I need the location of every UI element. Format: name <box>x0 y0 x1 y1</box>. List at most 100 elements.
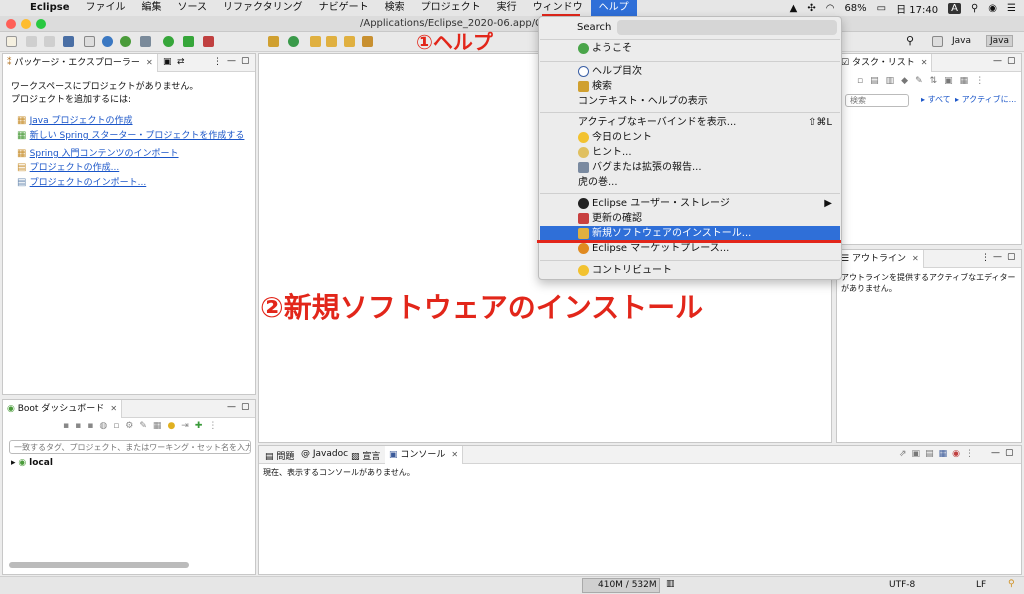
import-project-link[interactable]: プロジェクトのインポート... <box>30 178 147 188</box>
menu-item-tips[interactable]: ヒント... <box>540 145 840 160</box>
task-filter-all[interactable]: ▸ すべて <box>921 94 951 105</box>
external-tools-icon[interactable] <box>203 36 214 47</box>
zoom-window-button[interactable] <box>36 19 46 29</box>
encoding-text[interactable]: UTF-8 <box>889 580 915 590</box>
maximize-icon[interactable]: ▢ <box>241 402 250 412</box>
new-java-package-icon[interactable] <box>268 36 279 47</box>
tab-package-explorer[interactable]: ⁑ パッケージ・エクスプローラー ✕ <box>3 54 158 72</box>
line-ending-text[interactable]: LF <box>976 580 986 590</box>
perspective-java[interactable]: Java <box>986 35 1014 47</box>
close-icon[interactable]: ✕ <box>110 404 117 413</box>
clock-text[interactable]: 日 17:40 <box>896 1 938 16</box>
scheduled-icon[interactable]: ▥ <box>886 76 902 86</box>
hide-completed-icon[interactable]: ✎ <box>915 76 930 86</box>
menu-item-install-new-software[interactable]: 新規ソフトウェアのインストール... <box>540 226 840 241</box>
task-filter-active[interactable]: ▸ アクティブに... <box>955 94 1016 105</box>
menu-item-welcome[interactable]: ようこそ <box>540 41 840 56</box>
spring-guides-link[interactable]: Spring 入門コンテンツのインポート <box>30 149 179 159</box>
control-center-icon[interactable]: ☰ <box>1007 3 1016 14</box>
tab-boot-dashboard[interactable]: ◉ Boot ダッシュボード ✕ <box>3 400 123 418</box>
siri-icon[interactable]: ◉ <box>988 3 997 14</box>
minimize-window-button[interactable] <box>21 19 31 29</box>
pin-console-icon[interactable]: ⇗ <box>899 449 912 459</box>
maximize-icon[interactable]: ▢ <box>1007 252 1016 262</box>
menu-item-report-bug[interactable]: バグまたは拡張の報告... <box>540 160 840 175</box>
close-icon[interactable]: ✕ <box>146 58 153 67</box>
menu-source[interactable]: ソース <box>170 0 216 16</box>
menu-item-key-assist[interactable]: アクティブなキーバインドを表示... ⇧⌘L <box>540 115 840 130</box>
wifi-icon[interactable]: ◠ <box>826 3 835 14</box>
menu-edit[interactable]: 編集 <box>134 0 170 16</box>
scroll-lock-icon[interactable]: ◉ <box>952 449 965 459</box>
tab-console[interactable]: ▣ コンソール ✕ <box>385 446 464 464</box>
menu-item-marketplace[interactable]: Eclipse マーケットプレース... <box>540 241 840 256</box>
maximize-icon[interactable]: ▢ <box>241 56 250 66</box>
search-toolbar-icon[interactable]: ⚲ <box>906 34 917 47</box>
menu-search[interactable]: 検索 <box>377 0 413 16</box>
menu-item-tip-of-day[interactable]: 今日のヒント <box>540 130 840 145</box>
menu-item-contribute[interactable]: コントリビュート <box>540 263 840 278</box>
menu-search-input[interactable] <box>617 20 837 35</box>
close-window-button[interactable] <box>6 19 16 29</box>
notification-icon[interactable]: ⚲ <box>1008 579 1015 589</box>
new-icon[interactable] <box>6 36 17 47</box>
skip-breakpoints-icon[interactable] <box>84 36 95 47</box>
tab-problems[interactable]: ▤ 問題 <box>265 449 294 462</box>
save-all-icon[interactable] <box>44 36 55 47</box>
run-coverage-icon[interactable] <box>183 36 194 47</box>
minimize-icon[interactable]: — <box>993 252 1002 262</box>
table-icon[interactable]: ▦ <box>153 421 168 431</box>
open-console-icon[interactable]: ▤ <box>925 449 939 459</box>
tab-outline[interactable]: ☰ アウトライン ✕ <box>837 250 924 268</box>
view-menu-icon[interactable]: ⋮ <box>208 421 223 431</box>
menu-item-context-help[interactable]: コンテキスト・ヘルプの表示 <box>540 94 840 109</box>
new-task-icon[interactable]: ▫ <box>857 76 870 86</box>
perspective-java-ee[interactable]: Java <box>952 36 971 46</box>
view-menu-icon[interactable]: ⋮ <box>981 253 990 263</box>
categorized-icon[interactable]: ▤ <box>870 76 886 86</box>
clear-console-icon[interactable]: ▦ <box>939 449 953 459</box>
tab-declaration[interactable]: ▧ 宣言 <box>351 449 380 462</box>
edit-icon[interactable]: ✎ <box>139 421 153 431</box>
menu-file[interactable]: ファイル <box>78 0 134 16</box>
new-java-class-icon[interactable] <box>288 36 299 47</box>
minimize-icon[interactable]: — <box>991 448 1000 458</box>
maximize-icon[interactable]: ▢ <box>1007 56 1016 66</box>
config-icon[interactable]: ⚙ <box>125 421 139 431</box>
create-java-project-link[interactable]: Java プロジェクトの作成 <box>30 116 133 126</box>
close-icon[interactable]: ✕ <box>912 254 919 263</box>
battery-icon[interactable]: ▭ <box>877 3 886 14</box>
create-java-project-link-row[interactable]: ▦ Java プロジェクトの作成 <box>17 113 133 126</box>
menu-navigate[interactable]: ナビゲート <box>311 0 377 16</box>
open-task-icon[interactable] <box>344 36 355 47</box>
pencil-icon[interactable] <box>362 36 373 47</box>
menu-project[interactable]: プロジェクト <box>413 0 489 16</box>
minimize-icon[interactable]: — <box>227 402 236 412</box>
view-menu-icon[interactable]: ⋮ <box>975 76 991 86</box>
debug-icon[interactable]: ▪ <box>75 421 87 431</box>
terminal-icon[interactable] <box>63 36 74 47</box>
maximize-icon[interactable]: ▢ <box>1005 448 1014 458</box>
import-project-link-row[interactable]: ▤ プロジェクトのインポート... <box>17 175 146 188</box>
battery-text[interactable]: 68% <box>844 3 866 14</box>
open-type-icon[interactable] <box>310 36 321 47</box>
create-project-link-row[interactable]: ▤ プロジェクトの作成... <box>17 160 119 173</box>
menu-item-search[interactable]: 検索 <box>540 79 840 94</box>
link-editor-icon[interactable]: ⇄ <box>177 57 185 67</box>
task-search-input[interactable] <box>845 94 909 107</box>
add-icon[interactable]: ✚ <box>195 421 209 431</box>
menu-item-cheatsheets[interactable]: 虎の巻... <box>540 175 840 190</box>
spring-starter-link[interactable]: 新しい Spring スターター・プロジェクトを作成する <box>30 131 245 141</box>
bulb-icon[interactable]: ● <box>167 421 181 431</box>
apple-menu-icon[interactable] <box>0 0 22 16</box>
dropbox-icon[interactable]: ✣ <box>807 3 815 14</box>
spring-guides-link-row[interactable]: ▦ Spring 入門コンテンツのインポート <box>17 146 179 159</box>
menu-item-check-updates[interactable]: 更新の確認 <box>540 211 840 226</box>
stop-icon[interactable]: ▪ <box>87 421 99 431</box>
display-console-icon[interactable]: ▣ <box>912 449 926 459</box>
sync-icon[interactable]: ⇅ <box>930 76 945 86</box>
create-project-link[interactable]: プロジェクトの作成... <box>30 163 120 173</box>
menu-eclipse[interactable]: Eclipse <box>22 0 78 16</box>
view-menu-icon[interactable]: ⋮ <box>213 57 222 67</box>
deploy-icon[interactable]: ⇥ <box>181 421 195 431</box>
